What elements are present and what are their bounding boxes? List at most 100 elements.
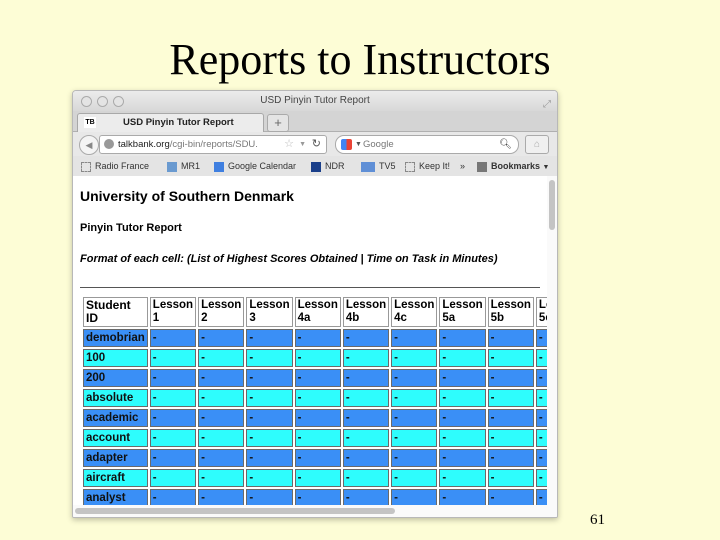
score-cell: - [487,329,534,347]
search-placeholder: Google [363,139,394,150]
bookmark-label: Bookmarks [491,161,541,171]
horizontal-scrollbar[interactable] [73,505,557,517]
score-cell: - [439,409,486,427]
score-cell: - [391,469,438,487]
url-text[interactable]: talkbank.org/cgi-bin/reports/SDU. [118,136,258,153]
score-cell: - [198,449,245,467]
score-cell: - [198,389,245,407]
score-cell: - [342,429,390,447]
google-calendar-icon [214,161,224,172]
table-row: academic - - - - - - - - - [83,409,547,427]
back-button[interactable]: ◀ [79,135,99,155]
search-engine-dropdown-icon[interactable]: ▼ [355,136,362,153]
table-header-row: Student ID Lesson 1 Lesson 2 Lesson 3 Lesson… [83,297,547,327]
score-cell: - [246,329,293,347]
score-cell: - [246,349,293,367]
score-cell: - [246,369,293,387]
tv5-icon [361,161,375,172]
student-id-cell: 100 [83,349,148,367]
score-cell: - [487,489,534,505]
score-cell: - [149,329,197,347]
score-cell: - [342,349,390,367]
divider [80,287,540,288]
bookmarks-menu-button[interactable]: Bookmarks ▼ [477,156,549,178]
browser-window: USD Pinyin Tutor Report ⤢ TB USD Pinyin … [72,90,558,518]
bookmark-keep-it[interactable]: Keep It! [405,156,450,176]
score-cell: - [487,389,534,407]
student-id-cell: absolute [83,389,148,407]
score-cell: - [535,369,547,387]
score-cell: - [487,429,534,447]
close-window-button[interactable] [81,96,92,107]
score-cell: - [149,489,197,505]
score-cell: - [391,389,438,407]
bookmark-google-calendar[interactable]: Google Calendar [214,156,296,176]
bookmarks-overflow-button[interactable]: » [460,156,465,176]
score-cell: - [439,449,486,467]
score-cell: - [246,469,293,487]
navigation-bar: ◀ talkbank.org/cgi-bin/reports/SDU. ☆ ▼ … [73,132,557,156]
bookmark-mr1[interactable]: MR1 [167,156,200,176]
table-row: demobrian - - - - - - - - - [83,329,547,347]
bookmark-radio-france[interactable]: Radio France [81,156,149,176]
zoom-window-button[interactable] [113,96,124,107]
vertical-scrollbar[interactable] [547,176,557,505]
score-cell: - [294,489,341,505]
score-cell: - [391,349,438,367]
column-header-lesson: Lesson 1 [149,297,197,327]
vertical-scroll-thumb[interactable] [549,180,555,230]
score-cell: - [294,329,341,347]
bookmark-label: NDR [325,161,345,171]
bookmark-tv5[interactable]: TV5 [361,156,396,176]
bookmark-label: MR1 [181,161,201,171]
column-header-lesson: Lesson 5a [439,297,486,327]
score-cell: - [149,389,197,407]
score-cell: - [535,429,547,447]
table-row: adapter - - - - - - - - - [83,449,547,467]
score-cell: - [439,349,486,367]
score-cell: - [487,369,534,387]
tab-usd-report[interactable]: TB USD Pinyin Tutor Report [77,113,264,132]
score-cell: - [535,489,547,505]
score-cell: - [246,449,293,467]
student-id-cell: adapter [83,449,148,467]
format-note: Format of each cell: (List of Highest Sc… [80,253,498,265]
page-heading: University of Southern Denmark [80,188,294,204]
score-cell: - [439,329,486,347]
column-header-lesson: Lesson 2 [198,297,245,327]
bookmark-star-icon[interactable]: ☆ [284,136,294,153]
home-button[interactable]: ⌂ [525,135,549,154]
history-dropdown-icon[interactable]: ▼ [299,136,306,153]
search-bar[interactable]: ▼ Google 🔍︎ [335,135,519,154]
search-icon[interactable]: 🔍︎ [499,136,512,153]
score-cell: - [535,389,547,407]
new-tab-button[interactable]: + [267,114,289,132]
url-bar[interactable]: talkbank.org/cgi-bin/reports/SDU. ☆ ▼ ↻ [99,135,327,154]
reload-icon[interactable]: ↻ [312,136,321,153]
student-id-cell: academic [83,409,148,427]
score-cell: - [535,409,547,427]
bookmark-ndr[interactable]: NDR [311,156,345,176]
score-cell: - [246,409,293,427]
column-header-lesson: Lesson 4c [391,297,438,327]
score-cell: - [342,329,390,347]
score-cell: - [198,369,245,387]
score-cell: - [391,409,438,427]
score-cell: - [246,429,293,447]
student-id-cell: aircraft [83,469,148,487]
column-header-lesson: Lesson 5c [535,297,547,327]
table-row: aircraft - - - - - - - - - [83,469,547,487]
score-cell: - [535,449,547,467]
globe-icon [104,139,114,149]
bookmark-label: Google Calendar [228,161,297,171]
score-cell: - [294,409,341,427]
score-cell: - [342,469,390,487]
minimize-window-button[interactable] [97,96,108,107]
score-cell: - [487,349,534,367]
score-cell: - [391,329,438,347]
score-cell: - [149,409,197,427]
score-cell: - [149,369,197,387]
score-cell: - [198,429,245,447]
horizontal-scroll-thumb[interactable] [75,508,395,514]
report-table: Student ID Lesson 1 Lesson 2 Lesson 3 Lesson… [81,295,547,505]
